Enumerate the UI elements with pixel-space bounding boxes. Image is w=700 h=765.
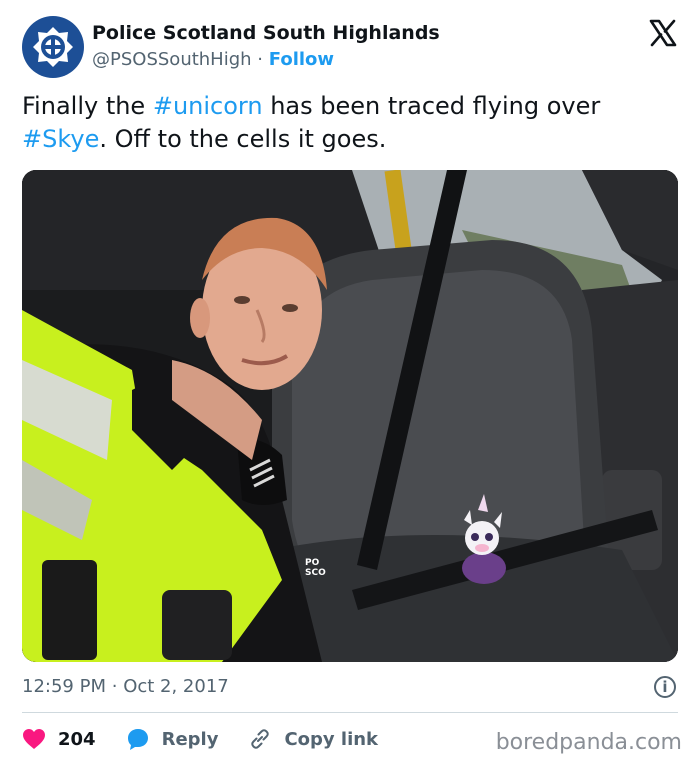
info-icon[interactable]: i [654,676,676,698]
police-badge-icon [33,27,73,67]
action-bar: 204 Reply Copy link [22,725,408,753]
reply-label: Reply [161,728,219,750]
tweet-text-part: Finally the [22,92,153,120]
copy-link-button[interactable]: Copy link [248,727,378,751]
tweet-text-part: . Off to the cells it goes. [99,125,387,153]
x-logo-icon[interactable] [648,18,678,48]
timestamp-time[interactable]: 12:59 PM [22,676,106,697]
hashtag-unicorn[interactable]: #unicorn [153,92,263,120]
timestamp[interactable]: 12:59 PM · Oct 2, 2017 [22,676,229,697]
follow-button[interactable]: Follow [269,49,334,70]
avatar[interactable] [22,16,84,78]
watermark: boredpanda.com [495,730,682,755]
heart-icon [23,729,45,749]
divider [22,712,678,713]
reply-button[interactable]: Reply [126,727,219,751]
like-button[interactable]: 204 [22,728,96,750]
tweet-text: Finally the #unicorn has been traced fly… [22,90,672,156]
author-name[interactable]: Police Scotland South Highlands [92,22,440,44]
separator-dot: · [257,49,264,70]
author-handle-row: @PSOSSouthHigh · Follow [92,49,334,70]
link-icon [251,729,270,749]
reply-icon [127,729,148,750]
timestamp-date[interactable]: Oct 2, 2017 [123,676,229,697]
author-handle[interactable]: @PSOSSouthHigh [92,49,252,70]
like-count: 204 [58,728,96,750]
tweet-text-part: has been traced flying over [262,92,601,120]
hashtag-skye[interactable]: #Skye [22,125,99,153]
copy-link-label: Copy link [284,728,379,750]
separator-dot: · [111,676,118,697]
tweet-photo[interactable]: PO SCO [22,170,678,662]
